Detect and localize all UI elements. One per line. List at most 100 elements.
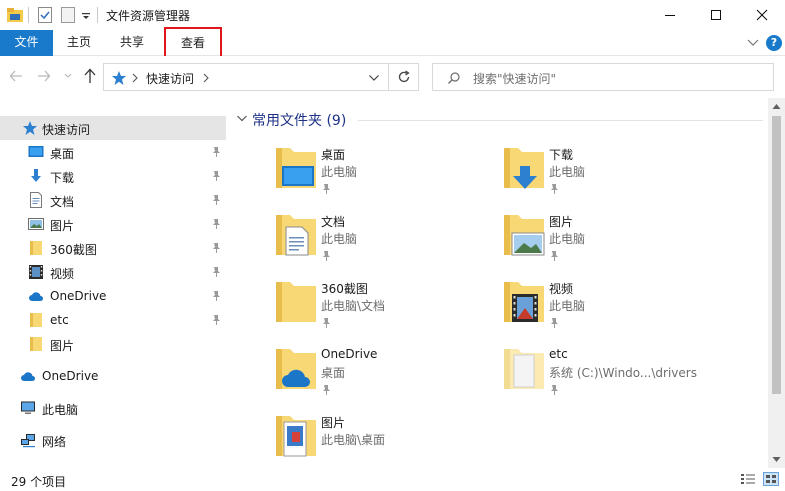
folder-location: 此电脑 [549, 299, 586, 313]
large-icons-view-icon[interactable] [763, 472, 779, 486]
folder-name: 360截图 [321, 282, 368, 296]
folder-tile-pictures-desktop[interactable]: 图片 此电脑\桌面 [232, 412, 452, 472]
tab-view[interactable]: 查看 [164, 27, 222, 59]
title-separator [97, 7, 98, 23]
status-bar: 29 个项目 [0, 468, 785, 491]
folder-icon [504, 349, 544, 389]
folder-icon [30, 313, 42, 327]
new-folder-icon[interactable] [60, 6, 76, 24]
picture-icon [28, 218, 44, 230]
sidebar-item-documents[interactable]: 文档 [0, 188, 226, 212]
sidebar-item-network[interactable]: 网络 [0, 428, 226, 452]
folder-content-pane: 常用文件夹 (9) 桌面 此电脑 下载 此电脑 文档 此电脑 图片 此电脑 36… [228, 98, 768, 468]
sidebar-item-quick-access[interactable]: 快速访问 [0, 116, 226, 140]
sidebar-item-label: 桌面 [50, 147, 75, 161]
pin-icon[interactable] [211, 242, 221, 254]
pin-icon[interactable] [211, 170, 221, 182]
close-button[interactable] [739, 0, 785, 30]
sidebar-item-label: 此电脑 [42, 403, 79, 417]
maximize-button[interactable] [693, 0, 739, 30]
minimize-icon [665, 15, 675, 16]
tab-home[interactable]: 主页 [56, 30, 102, 56]
sidebar-item-360-screenshots[interactable]: 360截图 [0, 236, 226, 260]
sidebar-item-onedrive-pinned[interactable]: OneDrive [0, 284, 226, 308]
sidebar-item-label: 图片 [50, 339, 75, 353]
folder-location: 此电脑 [321, 165, 358, 179]
refresh-button[interactable] [389, 63, 419, 91]
sidebar-item-label: OneDrive [42, 369, 99, 383]
explorer-app-icon[interactable] [6, 6, 24, 24]
folder-tile-videos[interactable]: 视频 此电脑 [460, 278, 680, 338]
picture-folder-icon [504, 215, 545, 256]
search-placeholder: 搜索"快速访问" [473, 72, 557, 86]
recent-locations-chevron-icon[interactable] [63, 71, 73, 81]
scroll-down-arrow-icon[interactable] [772, 456, 781, 463]
video-icon [29, 265, 43, 279]
vertical-scrollbar[interactable] [768, 98, 785, 468]
search-box[interactable]: 搜索"快速访问" [432, 63, 774, 91]
maximize-icon [711, 10, 721, 20]
picture-folder-icon [276, 416, 316, 457]
scrollbar-thumb[interactable] [772, 116, 781, 394]
folder-name: 下载 [549, 148, 574, 162]
sidebar-item-desktop[interactable]: 桌面 [0, 140, 226, 164]
sidebar-item-pictures-desktop[interactable]: 图片 [0, 332, 226, 356]
properties-icon[interactable] [37, 6, 53, 24]
back-arrow-icon[interactable] [9, 68, 23, 84]
sidebar-item-this-pc[interactable]: 此电脑 [0, 396, 226, 420]
pin-icon[interactable] [211, 146, 221, 158]
sidebar-item-downloads[interactable]: 下载 [0, 164, 226, 188]
expand-ribbon-chevron-icon[interactable] [746, 35, 760, 49]
computer-icon [21, 401, 35, 414]
tab-share[interactable]: 共享 [109, 30, 155, 56]
folder-location: 此电脑\桌面 [321, 433, 386, 447]
pin-icon [551, 251, 558, 261]
item-count: 29 个项目 [11, 475, 67, 489]
group-collapse-chevron-icon[interactable] [236, 114, 248, 124]
pin-icon[interactable] [211, 314, 221, 326]
folder-tile-documents[interactable]: 文档 此电脑 [232, 211, 452, 271]
customize-toolbar-icon[interactable] [81, 6, 91, 24]
pin-icon[interactable] [211, 290, 221, 302]
address-dropdown-chevron-icon[interactable] [368, 73, 380, 83]
details-view-icon[interactable] [740, 472, 756, 486]
breadcrumb-chevron-icon[interactable] [131, 73, 139, 83]
sidebar-item-pictures[interactable]: 图片 [0, 212, 226, 236]
tab-file[interactable]: 文件 [0, 30, 53, 56]
window-title: 文件资源管理器 [106, 9, 191, 23]
breadcrumb-chevron-icon[interactable] [202, 73, 210, 83]
sidebar-item-etc[interactable]: etc [0, 308, 226, 332]
breadcrumb-quick-access[interactable]: 快速访问 [146, 70, 194, 87]
forward-arrow-icon[interactable] [37, 68, 51, 84]
folder-tile-360-screenshots[interactable]: 360截图 此电脑\文档 [232, 278, 452, 338]
up-arrow-icon[interactable] [83, 68, 97, 84]
pin-icon[interactable] [211, 266, 221, 278]
desktop-folder-icon [276, 148, 316, 188]
folder-tile-pictures[interactable]: 图片 此电脑 [460, 211, 680, 271]
sidebar-item-label: 文档 [50, 195, 75, 209]
pin-icon[interactable] [211, 218, 221, 230]
folder-icon [30, 241, 42, 255]
folder-name: OneDrive [321, 347, 378, 361]
help-button[interactable]: ? [766, 35, 782, 51]
folder-tile-desktop[interactable]: 桌面 此电脑 [232, 144, 452, 204]
sidebar-item-label: 图片 [50, 219, 75, 233]
group-header-frequent-folders[interactable]: 常用文件夹 (9) [252, 110, 346, 130]
folder-location: 此电脑\文档 [321, 299, 386, 313]
folder-tile-onedrive[interactable]: OneDrive 桌面 [232, 345, 452, 405]
ribbon-tabs: 文件 主页 共享 查看 ? [0, 27, 785, 59]
sidebar-item-label: 快速访问 [42, 123, 91, 137]
folder-location: 此电脑 [321, 232, 358, 246]
folder-location: 此电脑 [549, 232, 586, 246]
minimize-button[interactable] [647, 0, 693, 30]
address-bar[interactable]: 快速访问 [103, 63, 389, 91]
sidebar-item-onedrive[interactable]: OneDrive [0, 364, 226, 388]
folder-tile-etc[interactable]: etc 系统 (C:)\Windo...\drivers [460, 345, 697, 405]
folder-tile-downloads[interactable]: 下载 此电脑 [460, 144, 680, 204]
scroll-up-arrow-icon[interactable] [772, 103, 781, 110]
pin-icon[interactable] [211, 194, 221, 206]
download-icon [31, 169, 41, 182]
sidebar-item-videos[interactable]: 视频 [0, 260, 226, 284]
cloud-icon [21, 372, 35, 381]
folder-name: 文档 [321, 215, 346, 229]
